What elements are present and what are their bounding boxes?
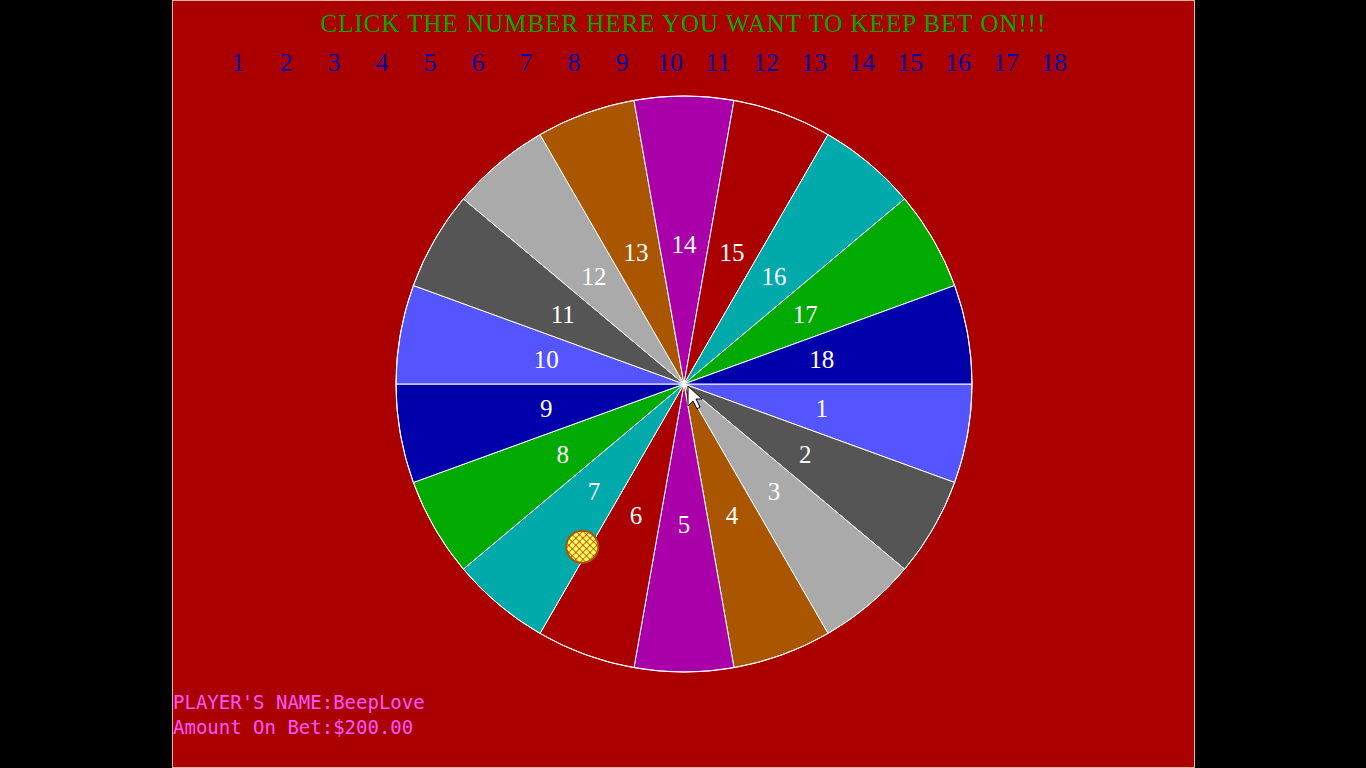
screen: CLICK THE NUMBER HERE YOU WANT TO KEEP B… (0, 0, 1366, 768)
segment-label: 15 (719, 239, 744, 266)
bet-number-row: 123456789101112131415161718 (173, 46, 1078, 80)
segment-label: 7 (587, 478, 600, 505)
bet-number[interactable]: 14 (838, 46, 886, 80)
bet-number[interactable]: 16 (934, 46, 982, 80)
segment-label: 2 (798, 441, 811, 468)
segment-label: 1 (815, 395, 828, 422)
segment-label: 13 (623, 239, 648, 266)
bet-number[interactable]: 2 (262, 46, 310, 80)
segment-label: 18 (809, 346, 834, 373)
ball (566, 531, 598, 563)
bet-number[interactable]: 18 (1030, 46, 1078, 80)
left-border (0, 0, 172, 768)
bet-amount: Amount On Bet:$200.00 (173, 715, 425, 740)
wheel-segment (684, 285, 972, 384)
bet-number[interactable]: 8 (550, 46, 598, 80)
segment-label: 4 (725, 502, 738, 529)
bet-number[interactable]: 9 (598, 46, 646, 80)
segment-label: 17 (792, 301, 817, 328)
player-name: PLAYER'S NAME:BeepLove (173, 690, 425, 715)
segment-label: 14 (671, 231, 697, 258)
segment-label: 10 (533, 346, 558, 373)
segment-label: 11 (550, 301, 574, 328)
segment-label: 8 (556, 441, 569, 468)
bet-number[interactable]: 4 (358, 46, 406, 80)
bet-number[interactable]: 11 (694, 46, 742, 80)
segment-label: 5 (677, 511, 690, 538)
wheel-rim (396, 96, 972, 672)
segment-label: 16 (761, 263, 786, 290)
segment-label: 12 (581, 263, 606, 290)
roulette-wheel: 123456789101112131415161718 (392, 92, 976, 676)
bet-number[interactable]: 6 (454, 46, 502, 80)
segment-label: 6 (629, 502, 642, 529)
bet-number[interactable]: 3 (310, 46, 358, 80)
bet-number[interactable]: 10 (646, 46, 694, 80)
cursor-icon (688, 386, 702, 409)
bet-number[interactable]: 12 (742, 46, 790, 80)
instruction-title: CLICK THE NUMBER HERE YOU WANT TO KEEP B… (320, 1, 1046, 40)
game-panel: CLICK THE NUMBER HERE YOU WANT TO KEEP B… (172, 0, 1195, 768)
bet-number[interactable]: 17 (982, 46, 1030, 80)
bet-number[interactable]: 15 (886, 46, 934, 80)
bet-number[interactable]: 1 (214, 46, 262, 80)
segment-label: 9 (539, 395, 552, 422)
bet-number[interactable]: 13 (790, 46, 838, 80)
wheel-segment (396, 384, 684, 483)
right-border (1195, 0, 1366, 768)
bet-number[interactable]: 7 (502, 46, 550, 80)
player-info: PLAYER'S NAME:BeepLoveAmount On Bet:$200… (173, 690, 425, 767)
segment-label: 3 (767, 478, 780, 505)
bet-number[interactable]: 5 (406, 46, 454, 80)
